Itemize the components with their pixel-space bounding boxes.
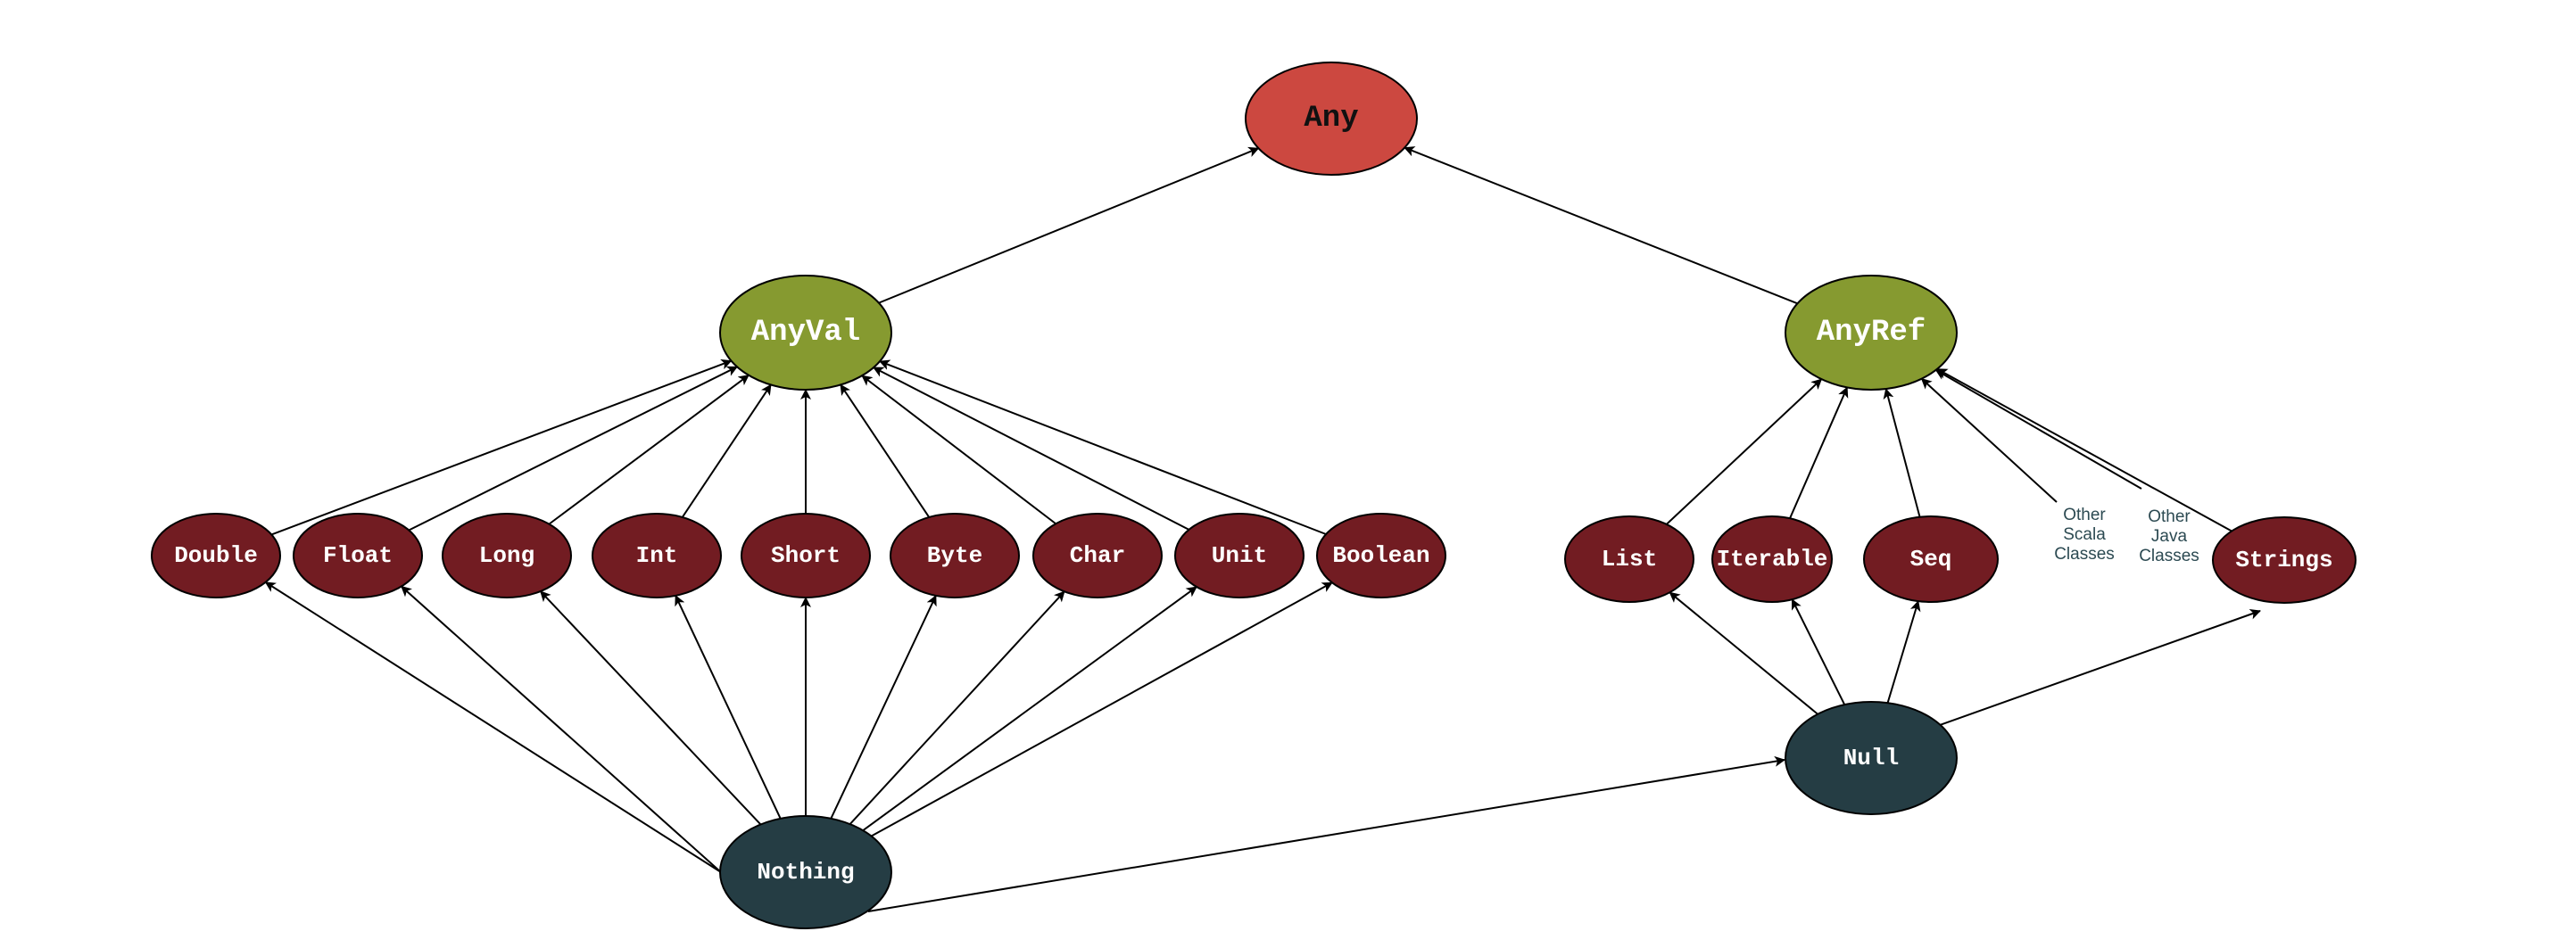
node-label-nothing: Nothing <box>757 859 854 886</box>
edge-null-to-strings <box>1940 609 2261 726</box>
edge-nothing-to-boolean <box>871 581 1333 837</box>
node-iterable: Iterable <box>1711 515 1833 603</box>
node-byte: Byte <box>890 513 1020 598</box>
node-label-long: Long <box>479 542 534 569</box>
edge-other-java-to-anyref <box>1934 369 2142 490</box>
label-line: Other <box>2148 507 2191 526</box>
label-line: Classes <box>2054 545 2115 564</box>
edge-char-to-anyval <box>861 375 1056 525</box>
node-null: Null <box>1785 701 1958 815</box>
node-nothing: Nothing <box>719 815 892 929</box>
node-label-anyref: AnyRef <box>1817 316 1926 350</box>
node-any: Any <box>1245 62 1418 176</box>
free-labels-layer: Other Scala ClassesOther Java Classes <box>2054 506 2199 565</box>
edge-nothing-to-float <box>401 585 722 873</box>
node-label-char: Char <box>1070 542 1125 569</box>
label-line: Java <box>2151 527 2188 546</box>
node-label-unit: Unit <box>1212 542 1267 569</box>
node-label-null: Null <box>1843 745 1899 771</box>
edge-iterable-to-anyref <box>1789 386 1849 519</box>
nodes-layer: Any AnyVal AnyRef Double Float Long Int Short By… <box>151 62 2357 929</box>
node-label-anyval: AnyVal <box>751 316 860 350</box>
edge-nothing-to-byte <box>830 595 937 820</box>
node-float: Float <box>293 513 423 598</box>
edge-nothing-to-null <box>867 755 1785 912</box>
node-anyref: AnyRef <box>1785 275 1958 391</box>
node-strings: Strings <box>2212 516 2357 604</box>
edge-nothing-to-double <box>264 581 722 873</box>
node-char: Char <box>1032 513 1163 598</box>
edge-byte-to-anyval <box>840 383 931 518</box>
node-long: Long <box>442 513 572 598</box>
edge-null-to-list <box>1669 591 1818 715</box>
edge-nothing-to-unit <box>862 586 1197 831</box>
node-label-double: Double <box>174 542 258 569</box>
label-line: Other <box>2063 506 2106 524</box>
node-label-seq: Seq <box>1910 546 1952 573</box>
edge-int-to-anyval <box>681 383 772 518</box>
edge-anyref-to-any <box>1404 146 1798 305</box>
node-label-list: List <box>1602 546 1657 573</box>
node-label-short: Short <box>771 542 841 569</box>
edge-boolean-to-anyval <box>879 359 1327 535</box>
node-list: List <box>1564 515 1694 603</box>
node-boolean: Boolean <box>1316 513 1446 598</box>
label-line: Classes <box>2139 547 2199 565</box>
node-label-strings: Strings <box>2235 547 2332 573</box>
type-hierarchy-diagram: Any AnyVal AnyRef Double Float Long Int Short By… <box>151 62 2357 929</box>
node-label-int: Int <box>636 542 678 569</box>
node-label-float: Float <box>323 542 393 569</box>
label-other-java: Other Java Classes <box>2139 507 2199 565</box>
edge-list-to-anyref <box>1666 378 1823 525</box>
node-int: Int <box>592 513 722 598</box>
node-label-iterable: Iterable <box>1717 546 1828 573</box>
node-unit: Unit <box>1174 513 1305 598</box>
edge-null-to-iterable <box>1791 598 1846 705</box>
node-anyval: AnyVal <box>719 275 892 391</box>
node-seq: Seq <box>1863 515 1999 603</box>
label-other-scala: Other Scala Classes <box>2054 506 2115 564</box>
node-double: Double <box>151 513 281 598</box>
label-line: Scala <box>2063 525 2106 544</box>
edge-seq-to-anyref <box>1883 388 1921 517</box>
node-label-byte: Byte <box>927 542 982 569</box>
edge-double-to-anyval <box>270 359 733 536</box>
node-label-any: Any <box>1304 102 1358 136</box>
edge-long-to-anyval <box>548 374 750 525</box>
node-label-boolean: Boolean <box>1332 542 1429 569</box>
edge-nothing-to-int <box>675 595 782 820</box>
edge-null-to-seq <box>1886 600 1921 704</box>
edge-anyval-to-any <box>878 146 1260 304</box>
node-short: Short <box>741 513 871 598</box>
